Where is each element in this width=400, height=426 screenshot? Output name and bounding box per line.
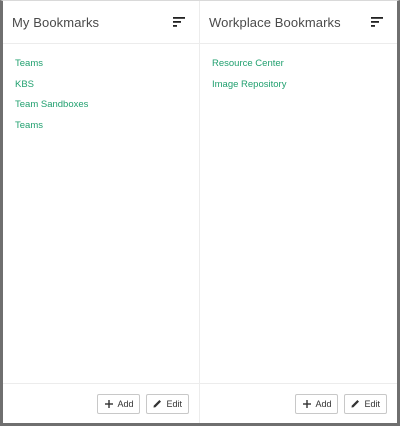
sort-icon[interactable] — [173, 17, 185, 27]
add-button-label: Add — [315, 398, 332, 409]
edit-button-label: Edit — [364, 398, 380, 409]
sort-icon[interactable] — [371, 17, 383, 27]
workplace-bookmarks-panel: Workplace Bookmarks Resource Center Imag… — [200, 1, 397, 423]
plus-icon — [302, 399, 311, 408]
workplace-bookmarks-header: Workplace Bookmarks — [200, 1, 397, 44]
panel-title: My Bookmarks — [12, 14, 100, 30]
bookmark-link[interactable]: KBS — [15, 79, 199, 91]
workplace-bookmarks-footer: Add Edit — [200, 383, 397, 423]
panel-title: Workplace Bookmarks — [209, 14, 341, 30]
bookmark-link[interactable]: Teams — [15, 120, 199, 132]
plus-icon — [104, 399, 113, 408]
add-bookmark-button[interactable]: Add — [295, 393, 339, 414]
edit-button-label: Edit — [166, 398, 182, 409]
workplace-bookmarks-list: Resource Center Image Repository — [200, 44, 397, 383]
my-bookmarks-panel: My Bookmarks Teams KBS Team Sandboxes Te… — [3, 1, 200, 423]
edit-bookmarks-button[interactable]: Edit — [344, 393, 387, 414]
bookmark-link[interactable]: Image Repository — [212, 79, 397, 91]
bookmark-link[interactable]: Resource Center — [212, 58, 397, 70]
bookmarks-widget: My Bookmarks Teams KBS Team Sandboxes Te… — [0, 0, 400, 426]
add-bookmark-button[interactable]: Add — [97, 393, 141, 414]
bookmark-link[interactable]: Team Sandboxes — [15, 99, 199, 111]
edit-bookmarks-button[interactable]: Edit — [146, 393, 189, 414]
my-bookmarks-list: Teams KBS Team Sandboxes Teams — [3, 44, 199, 383]
pencil-icon — [153, 399, 162, 408]
my-bookmarks-header: My Bookmarks — [3, 1, 199, 44]
add-button-label: Add — [117, 398, 134, 409]
my-bookmarks-footer: Add Edit — [3, 383, 199, 423]
bookmark-link[interactable]: Teams — [15, 58, 199, 70]
pencil-icon — [351, 399, 360, 408]
